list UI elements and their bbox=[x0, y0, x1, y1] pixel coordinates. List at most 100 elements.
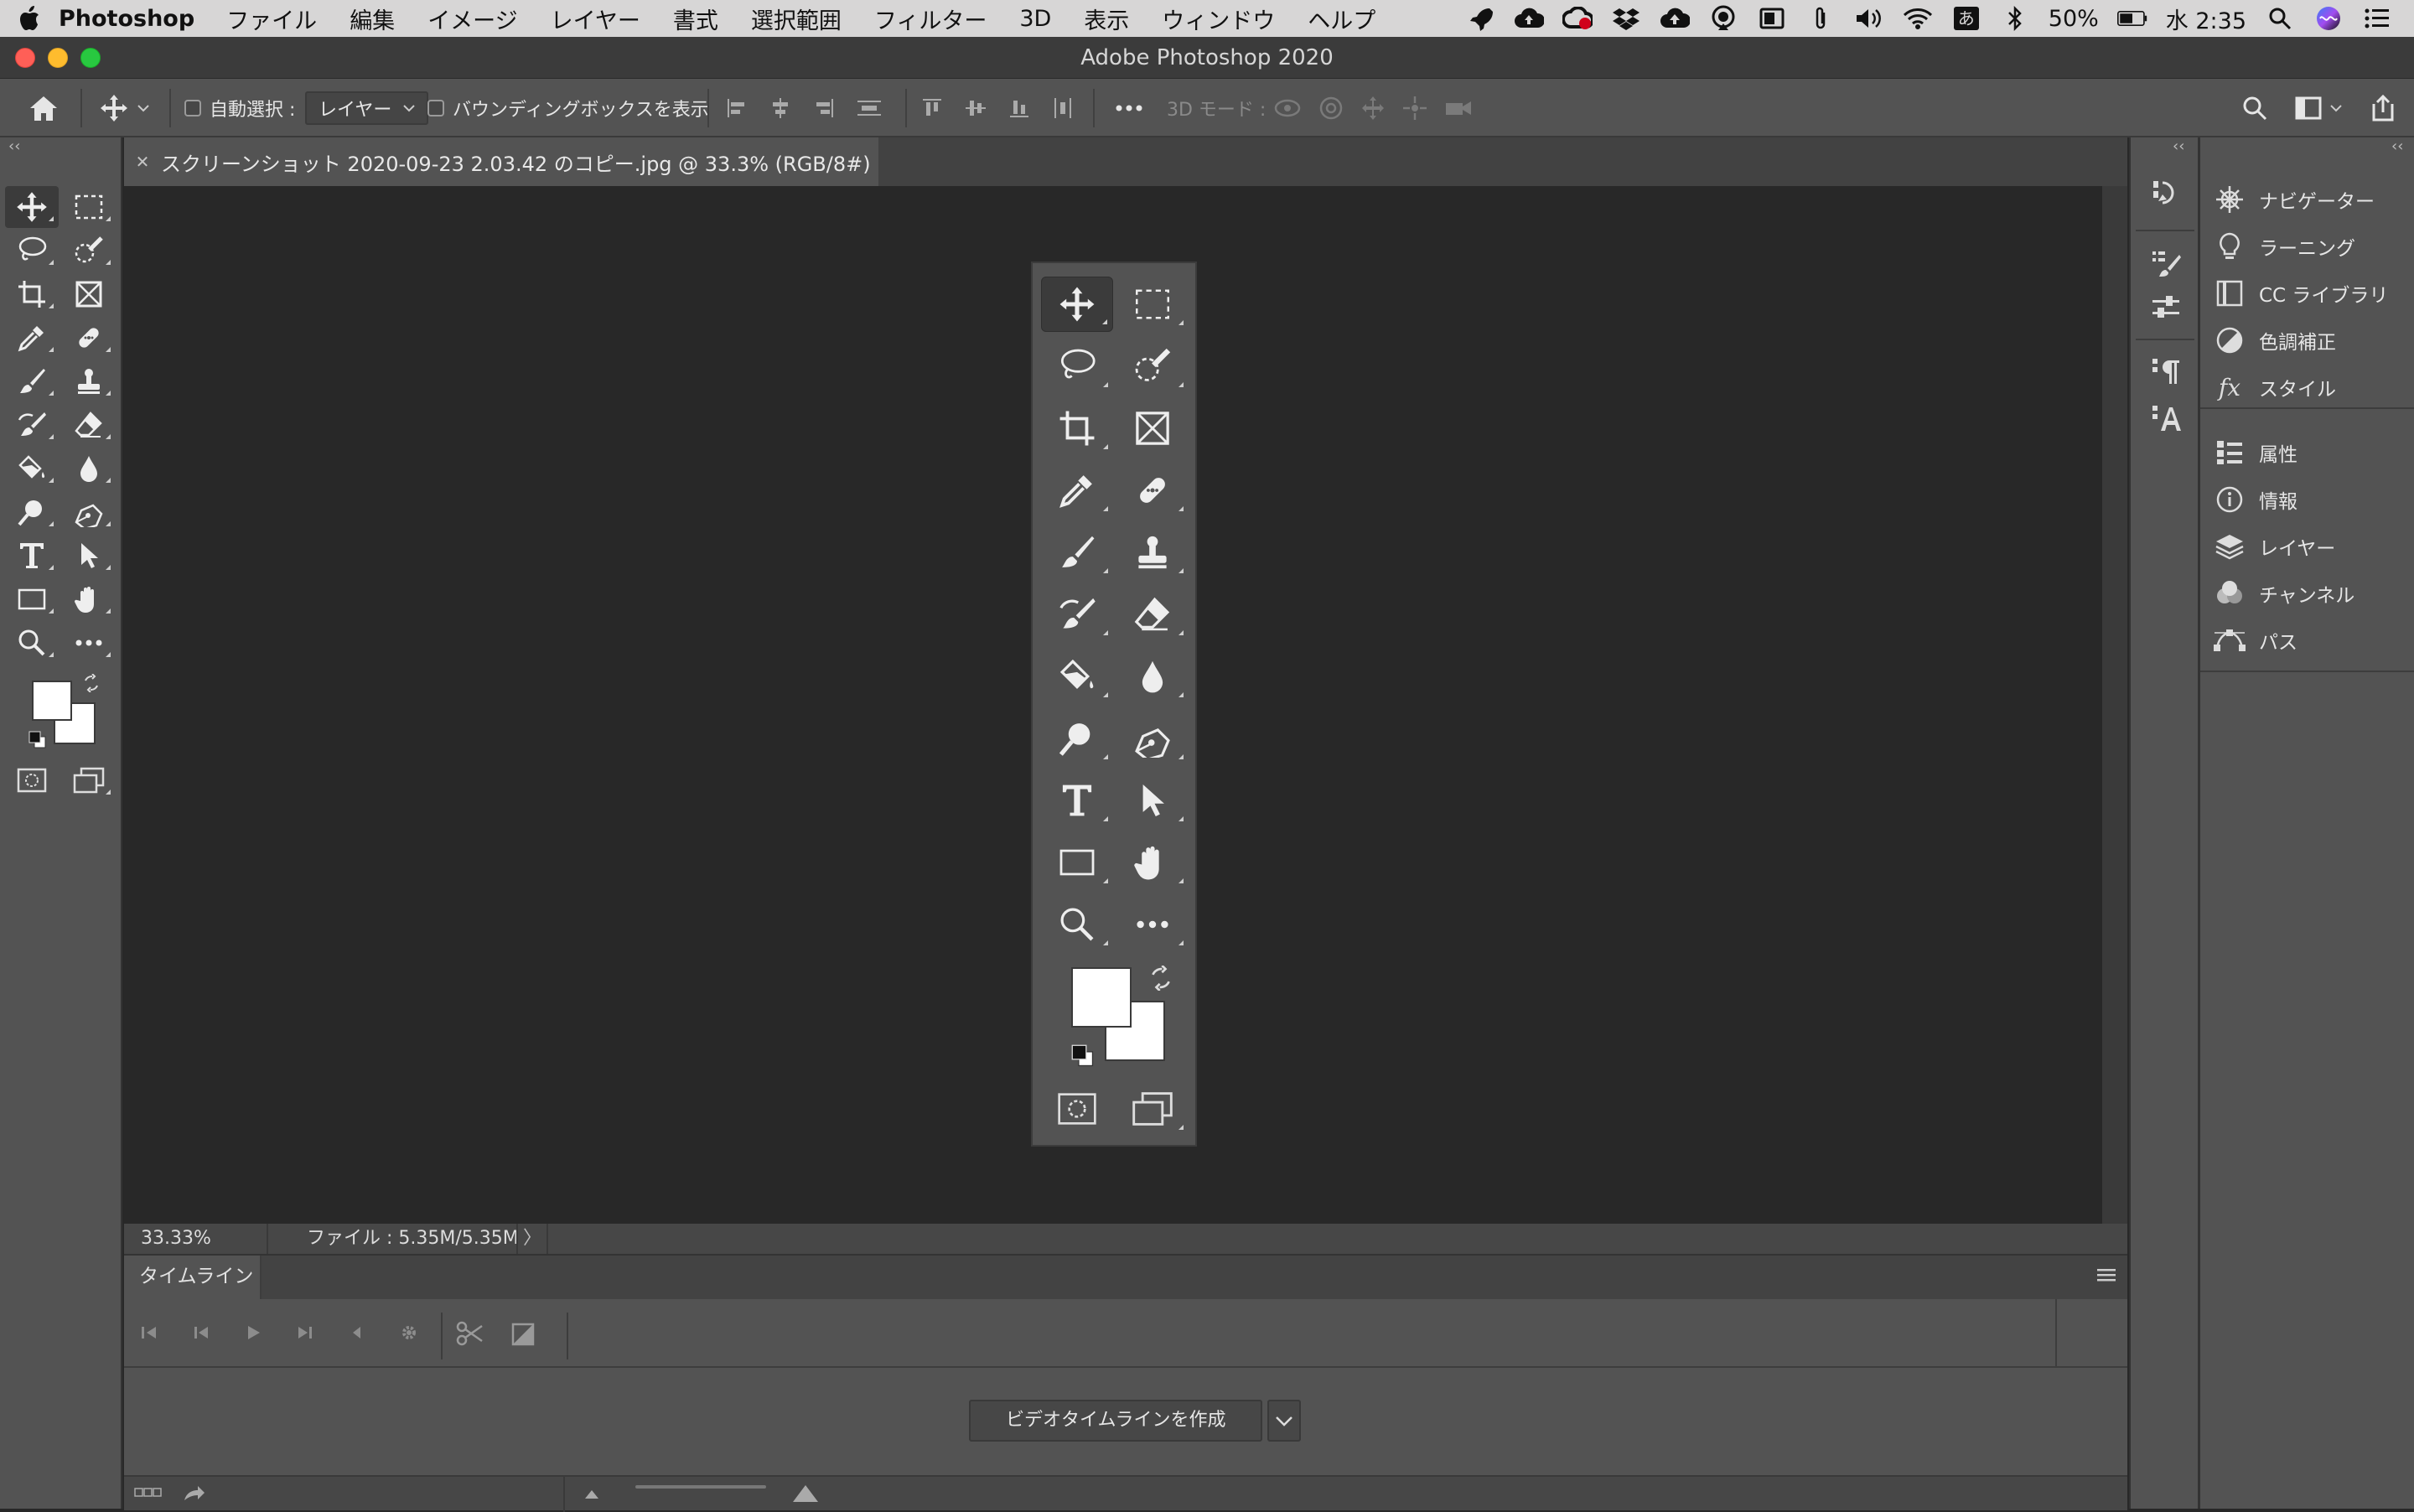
floating-frame-tool-button[interactable] bbox=[1116, 401, 1189, 456]
vertical-scrollbar[interactable] bbox=[2102, 186, 2127, 1224]
dodge-tool-button[interactable] bbox=[5, 491, 59, 533]
zoom-window-button[interactable] bbox=[80, 48, 101, 68]
menu-3d[interactable]: 3D bbox=[1019, 6, 1051, 32]
3d-orbit-icon[interactable] bbox=[1272, 95, 1303, 122]
floating-dodge-tool-button[interactable] bbox=[1041, 711, 1113, 766]
3d-camera-icon[interactable] bbox=[1443, 96, 1474, 121]
floating-eyedropper-tool-button[interactable] bbox=[1041, 463, 1113, 518]
eyedropper-tool-button[interactable] bbox=[5, 317, 59, 359]
floating-eraser-tool-button[interactable] bbox=[1116, 587, 1189, 642]
adjustments-panel-button[interactable]: 色調補正 bbox=[2200, 317, 2414, 364]
floating-type-tool-button[interactable] bbox=[1041, 773, 1113, 828]
screen-mode-button[interactable] bbox=[62, 759, 116, 801]
playback-settings-gear-icon[interactable] bbox=[399, 1323, 419, 1343]
go-to-next-frame-icon[interactable] bbox=[295, 1323, 315, 1342]
mute-audio-icon[interactable] bbox=[347, 1323, 367, 1342]
menu-layer[interactable]: レイヤー bbox=[551, 3, 640, 35]
edit-toolbar-button[interactable] bbox=[62, 622, 116, 664]
paperclip-icon[interactable] bbox=[1805, 6, 1836, 31]
notification-center-icon[interactable] bbox=[2362, 6, 2392, 31]
battery-icon[interactable] bbox=[2116, 6, 2147, 31]
dropbox-icon[interactable] bbox=[1611, 6, 1641, 31]
status-menu-arrow-icon[interactable]: 〉 bbox=[516, 1224, 548, 1254]
cloud-sync-icon[interactable] bbox=[1660, 6, 1690, 31]
collapse-left-panel-icon[interactable]: ‹‹ bbox=[8, 137, 20, 155]
eraser-tool-button[interactable] bbox=[62, 404, 116, 446]
history-brush-tool-button[interactable] bbox=[5, 404, 59, 446]
menu-edit[interactable]: 編集 bbox=[350, 3, 395, 35]
home-button[interactable] bbox=[28, 79, 59, 137]
quick-selection-tool-button[interactable] bbox=[62, 230, 116, 272]
3d-slide-icon[interactable] bbox=[1401, 95, 1428, 122]
volume-icon[interactable] bbox=[1854, 6, 1884, 31]
collapse-dock-icon[interactable]: ‹‹ bbox=[2173, 137, 2184, 155]
character-panel-button[interactable] bbox=[2151, 404, 2181, 434]
brush-settings-panel-button[interactable] bbox=[2151, 248, 2181, 278]
floating-quick-selection-tool-button[interactable] bbox=[1116, 339, 1189, 394]
floating-history-brush-tool-button[interactable] bbox=[1041, 587, 1113, 642]
history-panel-button[interactable] bbox=[2151, 178, 2179, 208]
convert-frame-animation-icon[interactable] bbox=[134, 1485, 163, 1500]
cc-libraries-panel-button[interactable]: CC ライブラリ bbox=[2200, 270, 2414, 317]
menu-help[interactable]: ヘルプ bbox=[1308, 3, 1375, 35]
spotlight-search-icon[interactable] bbox=[2265, 6, 2295, 31]
auto-select-target-dropdown[interactable]: レイヤー bbox=[305, 79, 429, 137]
healing-brush-tool-button[interactable] bbox=[62, 317, 116, 359]
timeline-tab[interactable]: タイムライン bbox=[124, 1256, 262, 1299]
paint-bucket-tool-button[interactable] bbox=[5, 448, 59, 489]
default-colors-icon[interactable] bbox=[28, 731, 47, 749]
distribute-vertical-icon[interactable] bbox=[855, 96, 883, 121]
display-icon[interactable] bbox=[1757, 6, 1787, 31]
document-tab[interactable]: ✕ スクリーンショット 2020-09-23 2.03.42 のコピー.jpg … bbox=[124, 137, 878, 186]
foreground-color-swatch[interactable] bbox=[32, 681, 72, 721]
share-button[interactable] bbox=[2369, 79, 2397, 137]
align-left-edges-icon[interactable] bbox=[724, 96, 749, 121]
hand-tool-button[interactable] bbox=[62, 578, 116, 620]
auto-select-checkbox[interactable] bbox=[184, 100, 201, 117]
render-video-icon[interactable] bbox=[183, 1484, 206, 1502]
type-tool-button[interactable] bbox=[5, 535, 59, 577]
floating-foreground-color-swatch[interactable] bbox=[1071, 967, 1132, 1028]
siri-icon[interactable] bbox=[2313, 6, 2344, 31]
floating-move-tool-button[interactable] bbox=[1041, 277, 1113, 332]
show-transform-controls-checkbox[interactable] bbox=[427, 100, 444, 117]
move-tool-button[interactable] bbox=[5, 186, 59, 228]
align-right-edges-icon[interactable] bbox=[811, 96, 837, 121]
menu-image[interactable]: イメージ bbox=[427, 3, 517, 35]
floating-lasso-tool-button[interactable] bbox=[1041, 339, 1113, 394]
create-video-timeline-button[interactable]: ビデオタイムラインを作成 bbox=[969, 1400, 1263, 1442]
ime-indicator[interactable]: あ bbox=[1951, 6, 1981, 31]
menu-file[interactable]: ファイル bbox=[226, 3, 317, 35]
play-icon[interactable] bbox=[243, 1323, 263, 1342]
transition-button[interactable] bbox=[511, 1323, 535, 1346]
floating-default-colors-icon[interactable] bbox=[1071, 1044, 1095, 1068]
menu-filter[interactable]: フィルター bbox=[874, 3, 987, 35]
navigator-panel-button[interactable]: ナビゲーター bbox=[2200, 176, 2414, 223]
align-vertical-centers-icon[interactable] bbox=[964, 96, 987, 121]
airplay-audio-icon[interactable] bbox=[1708, 5, 1738, 31]
close-window-button[interactable] bbox=[15, 48, 35, 68]
more-options-button[interactable] bbox=[1115, 79, 1143, 137]
menu-window[interactable]: ウィンドウ bbox=[1162, 3, 1275, 35]
timeline-zoom-slider[interactable] bbox=[635, 1485, 766, 1489]
quick-mask-button[interactable] bbox=[5, 759, 59, 801]
clock[interactable]: 水 2:35 bbox=[2166, 3, 2246, 35]
rocket-icon[interactable] bbox=[1465, 6, 1495, 31]
info-panel-button[interactable]: 情報 bbox=[2200, 476, 2414, 523]
split-at-playhead-button[interactable] bbox=[456, 1321, 484, 1346]
floating-quick-mask-button[interactable] bbox=[1041, 1081, 1113, 1137]
layers-panel-button[interactable]: レイヤー bbox=[2200, 523, 2414, 570]
floating-rectangle-tool-button[interactable] bbox=[1041, 835, 1113, 890]
search-button[interactable] bbox=[2241, 79, 2268, 137]
menu-select[interactable]: 選択範囲 bbox=[751, 3, 842, 35]
floating-healing-brush-tool-button[interactable] bbox=[1116, 463, 1189, 518]
tool-preset-picker[interactable] bbox=[99, 79, 149, 137]
align-top-edges-icon[interactable] bbox=[920, 96, 944, 121]
bluetooth-icon[interactable] bbox=[2000, 6, 2030, 31]
swap-colors-icon[interactable] bbox=[82, 674, 101, 692]
properties-panel-button[interactable]: 属性 bbox=[2200, 429, 2414, 476]
minimize-window-button[interactable] bbox=[48, 48, 68, 68]
menu-type[interactable]: 書式 bbox=[673, 3, 718, 35]
floating-clone-stamp-tool-button[interactable] bbox=[1116, 525, 1189, 580]
pen-tool-button[interactable] bbox=[62, 491, 116, 533]
